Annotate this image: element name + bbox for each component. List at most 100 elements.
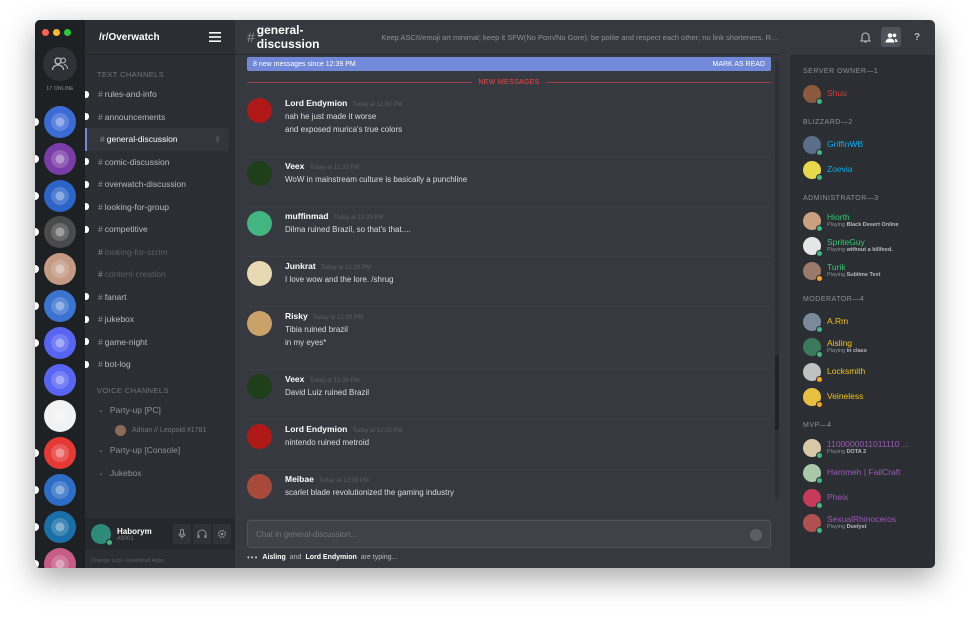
member-item[interactable]: Hiorth Playing Black Desert Online bbox=[790, 208, 935, 233]
notifications-button[interactable] bbox=[855, 27, 875, 47]
chat-scrollbar-thumb[interactable] bbox=[775, 355, 779, 430]
member-item[interactable]: Zoevia bbox=[790, 157, 935, 182]
message-author[interactable]: Lord Endymion bbox=[285, 98, 347, 108]
member-item[interactable]: A.Rm bbox=[790, 309, 935, 334]
server-item[interactable] bbox=[35, 289, 85, 322]
girl-portrait-icon[interactable] bbox=[44, 547, 76, 568]
server-item[interactable] bbox=[35, 253, 85, 286]
user-avatar[interactable] bbox=[91, 524, 113, 546]
channel-item-looking-for-scrim[interactable]: # looking-for-scrim bbox=[85, 241, 235, 264]
member-item[interactable]: Aisling Playing in class bbox=[790, 334, 935, 359]
mute-button[interactable] bbox=[173, 524, 191, 544]
message-avatar[interactable] bbox=[247, 311, 272, 336]
reddit-icon[interactable] bbox=[44, 179, 76, 212]
message-avatar[interactable] bbox=[247, 211, 272, 236]
channel-item-game-night[interactable]: # game-night bbox=[85, 331, 235, 354]
user-settings-button[interactable] bbox=[213, 524, 231, 544]
chat-scrollbar[interactable] bbox=[775, 60, 779, 500]
server-item[interactable] bbox=[35, 179, 85, 212]
voice-channel-item[interactable]: ⌄ Jukebox bbox=[85, 462, 235, 485]
message-author[interactable]: Veex bbox=[285, 161, 304, 171]
discord-api-icon[interactable] bbox=[44, 326, 76, 359]
server-item[interactable] bbox=[35, 326, 85, 359]
hamburger-menu-icon[interactable] bbox=[209, 32, 221, 42]
emoji-picker-icon[interactable] bbox=[750, 529, 762, 541]
member-item[interactable]: Shuu bbox=[790, 81, 935, 106]
server-item[interactable] bbox=[35, 106, 85, 138]
message-avatar[interactable] bbox=[247, 424, 272, 449]
close-window-button[interactable] bbox=[42, 29, 49, 36]
channel-item-general-discussion[interactable]: # general-discussion ⇪ bbox=[85, 128, 229, 151]
lf-icon[interactable] bbox=[44, 510, 76, 543]
member-item[interactable]: 1100000011011110 ... Playing DOTA 2 bbox=[790, 435, 935, 460]
swirl-icon[interactable] bbox=[44, 142, 76, 175]
message-avatar[interactable] bbox=[247, 374, 272, 399]
portrait-icon[interactable] bbox=[44, 253, 76, 286]
server-item[interactable] bbox=[35, 142, 85, 175]
mark-as-read-button[interactable]: MARK AS READ bbox=[712, 61, 765, 68]
message-avatar[interactable] bbox=[247, 474, 272, 499]
message-avatar[interactable] bbox=[247, 261, 272, 286]
member-item[interactable]: Hammeh | FailCraft bbox=[790, 460, 935, 485]
voice-channel-item[interactable]: ⌄ Party-up [Console] bbox=[85, 439, 235, 462]
discord-app-icon[interactable] bbox=[44, 106, 76, 138]
member-item[interactable]: GriffinWB bbox=[790, 132, 935, 157]
channel-item-competitive[interactable]: # competitive bbox=[85, 218, 235, 241]
member-item[interactable]: Locksmith bbox=[790, 359, 935, 384]
server-item[interactable] bbox=[35, 473, 85, 506]
channel-item-comic-discussion[interactable]: # comic-discussion bbox=[85, 151, 235, 174]
script-logo-icon[interactable] bbox=[44, 400, 76, 433]
friends-button[interactable] bbox=[43, 47, 77, 81]
voice-user-name: Adrian // Leopold #1781 bbox=[132, 426, 207, 434]
message-author[interactable]: Veex bbox=[285, 374, 304, 384]
tech-icon[interactable] bbox=[44, 216, 76, 249]
voice-channel-item[interactable]: ⌄ Party-up [PC] bbox=[85, 399, 235, 422]
minimize-window-button[interactable] bbox=[53, 29, 60, 36]
server-item[interactable] bbox=[35, 437, 85, 470]
channel-label: overwatch-discussion bbox=[104, 179, 186, 190]
help-button[interactable]: ? bbox=[907, 27, 927, 47]
chat-input[interactable] bbox=[256, 529, 736, 539]
voice-channels-category[interactable]: VOICE CHANNELS bbox=[85, 386, 235, 395]
server-item[interactable] bbox=[35, 547, 85, 568]
member-item[interactable]: Pheix bbox=[790, 485, 935, 510]
member-item[interactable]: SpriteGuy Playing without a killfeed. bbox=[790, 233, 935, 258]
voice-user[interactable]: Adrian // Leopold #1781 bbox=[85, 421, 235, 439]
message-avatar[interactable] bbox=[247, 98, 272, 123]
channel-item-bot-log[interactable]: # bot-log bbox=[85, 353, 235, 376]
guild-header[interactable]: /r/Overwatch bbox=[85, 20, 235, 55]
channel-item-announcements[interactable]: # announcements bbox=[85, 106, 235, 129]
footer-links[interactable]: Change Log • Download Apps bbox=[91, 558, 164, 564]
member-list-toggle[interactable] bbox=[881, 27, 901, 47]
channel-item-content-creation[interactable]: # content-creation bbox=[85, 263, 235, 286]
member-item[interactable]: Turik Playing Sublime Text bbox=[790, 258, 935, 283]
dapi-icon[interactable] bbox=[44, 363, 76, 396]
message-author[interactable]: Junkrat bbox=[285, 261, 316, 271]
message-author[interactable]: muffinmad bbox=[285, 211, 328, 221]
channel-item-overwatch-discussion[interactable]: # overwatch-discussion bbox=[85, 173, 235, 196]
invite-icon[interactable]: ⇪ bbox=[214, 135, 221, 144]
channel-item-jukebox[interactable]: # jukebox bbox=[85, 308, 235, 331]
member-item[interactable]: SexualRhinoceros Playing Duelyst bbox=[790, 510, 935, 535]
channel-item-fanart[interactable]: # fanart bbox=[85, 286, 235, 309]
server-item[interactable] bbox=[35, 400, 85, 433]
new-messages-bar[interactable]: 8 new messages since 12:39 PM MARK AS RE… bbox=[247, 57, 771, 71]
member-item[interactable]: Veineless bbox=[790, 384, 935, 409]
text-channels-category[interactable]: TEXT CHANNELS bbox=[85, 70, 235, 79]
hots-icon[interactable] bbox=[44, 473, 76, 506]
chat-input-box[interactable] bbox=[247, 520, 771, 548]
message-author[interactable]: Lord Endymion bbox=[285, 424, 347, 434]
server-item[interactable] bbox=[35, 216, 85, 249]
server-item[interactable] bbox=[35, 510, 85, 543]
message-author[interactable]: Meibae bbox=[285, 474, 314, 484]
channel-topic[interactable]: Keep ASCII/emoji art minimal; keep it SF… bbox=[381, 33, 780, 42]
hammers-icon[interactable] bbox=[44, 437, 76, 470]
message-avatar[interactable] bbox=[247, 161, 272, 186]
message-author[interactable]: Risky bbox=[285, 311, 308, 321]
channel-item-rules-and-info[interactable]: # rules-and-info bbox=[85, 83, 235, 106]
hots-icon[interactable] bbox=[44, 289, 76, 322]
maximize-window-button[interactable] bbox=[64, 29, 71, 36]
deafen-button[interactable] bbox=[193, 524, 211, 544]
server-item[interactable] bbox=[35, 363, 85, 396]
channel-item-looking-for-group[interactable]: # looking-for-group bbox=[85, 196, 235, 219]
